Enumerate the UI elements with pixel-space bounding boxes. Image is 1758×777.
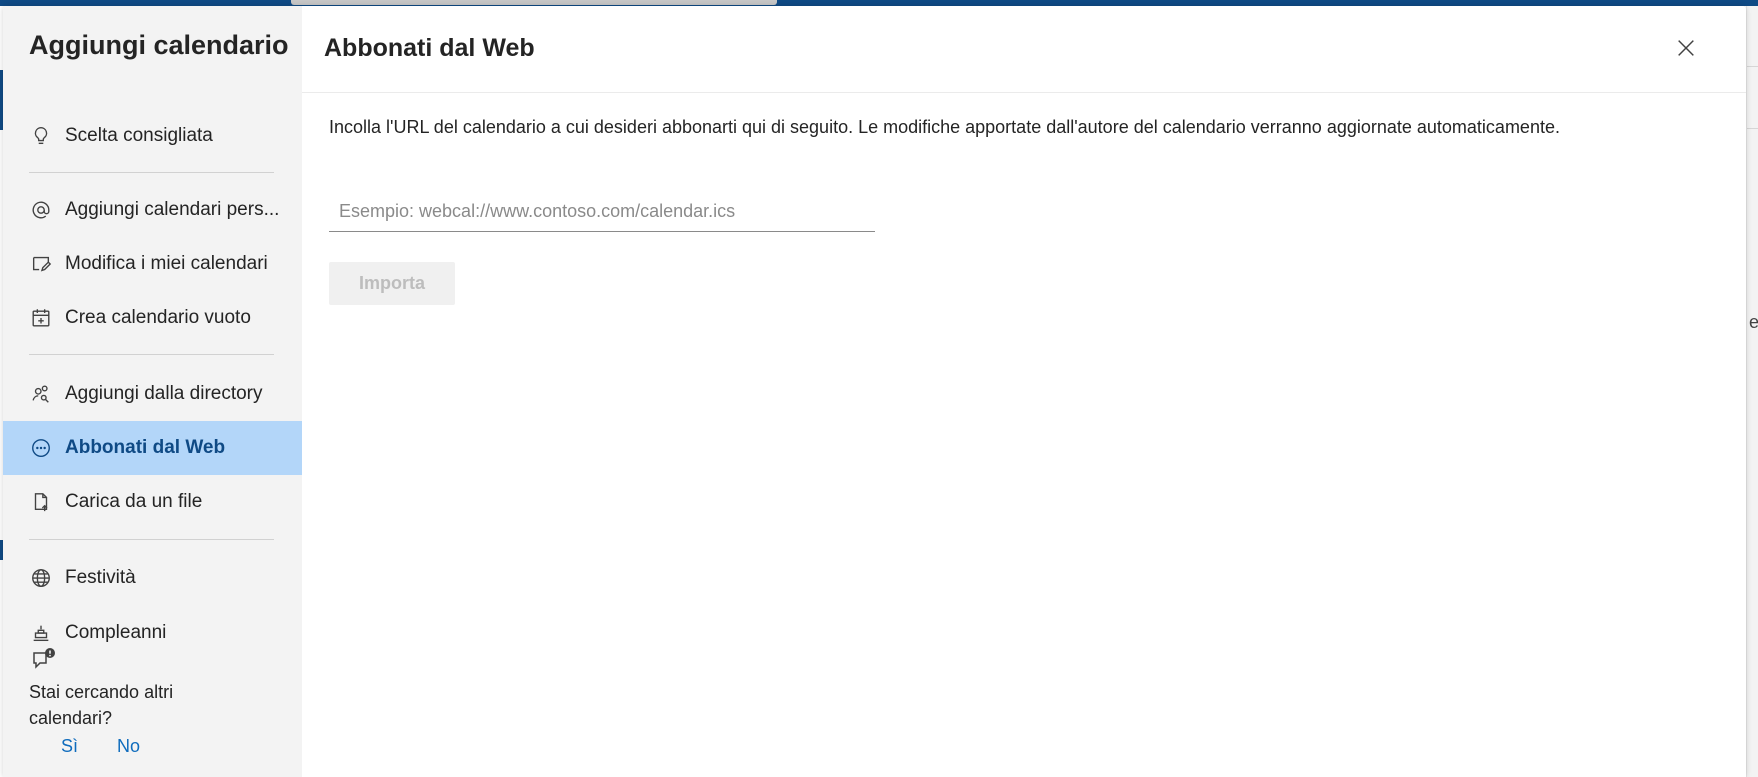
feedback-question: Stai cercando altri calendari? (29, 682, 174, 728)
globe-icon (29, 566, 53, 590)
sidebar-item-upload-file[interactable]: Carica da un file (3, 475, 302, 529)
sidebar-item-label: Crea calendario vuoto (65, 307, 251, 328)
close-button[interactable] (1668, 32, 1704, 68)
dialog-sidebar: Aggiungi calendario Scelta consigliata A… (3, 6, 302, 777)
sidebar-item-label: Aggiungi dalla directory (65, 383, 263, 404)
sidebar-item-label: Abbonati dal Web (65, 437, 226, 458)
sidebar-divider (29, 539, 274, 540)
sidebar-item-label: Carica da un file (65, 491, 203, 512)
background-divider (1747, 66, 1758, 67)
background-peek-text: es (1749, 312, 1758, 332)
feedback-alert-icon (31, 647, 57, 673)
at-sign-icon (29, 198, 53, 222)
sidebar-item-label: Festività (65, 567, 136, 588)
feedback-yes-link[interactable]: Sì (61, 736, 78, 757)
dialog-main: Abbonati dal Web Incolla l'URL del calen… (302, 6, 1746, 777)
add-calendar-dialog: Aggiungi calendario Scelta consigliata A… (3, 6, 1746, 777)
sidebar-item-label: Compleanni (65, 622, 167, 643)
calendar-url-input[interactable] (329, 192, 875, 232)
page-title: Abbonati dal Web (324, 34, 535, 62)
sidebar-divider (29, 172, 274, 173)
subscribe-description: Incolla l'URL del calendario a cui desid… (329, 117, 1560, 137)
sidebar-item-recommended[interactable]: Scelta consigliata (3, 109, 302, 163)
sidebar-item-label: Aggiungi calendari pers... (65, 199, 280, 220)
background-app-edge: es (1746, 6, 1758, 777)
sidebar-item-personal-calendars[interactable]: Aggiungi calendari pers... (3, 183, 302, 237)
sidebar-item-holidays[interactable]: Festività (3, 551, 302, 605)
calendar-add-icon (29, 306, 53, 330)
edit-note-icon (29, 252, 53, 276)
header-divider (302, 92, 1746, 93)
sidebar-item-label: Modifica i miei calendari (65, 253, 268, 274)
background-divider (1747, 128, 1758, 129)
sidebar-item-edit-calendars[interactable]: Modifica i miei calendari (3, 237, 302, 291)
sidebar-item-directory[interactable]: Aggiungi dalla directory (3, 367, 302, 421)
sidebar-item-create-blank[interactable]: Crea calendario vuoto (3, 291, 302, 345)
import-button[interactable]: Importa (329, 262, 455, 305)
people-search-icon (29, 382, 53, 406)
lightbulb-icon (29, 124, 53, 148)
feedback-no-link[interactable]: No (117, 736, 140, 757)
web-link-icon (29, 436, 53, 460)
close-icon (1675, 37, 1697, 64)
cake-icon (29, 621, 53, 645)
sidebar-item-subscribe-web[interactable]: Abbonati dal Web (3, 421, 302, 475)
file-upload-icon (29, 490, 53, 514)
scrollbar-thumb[interactable] (291, 0, 777, 5)
sidebar-divider (29, 354, 274, 355)
sidebar-item-label: Scelta consigliata (65, 125, 213, 146)
sidebar-title: Aggiungi calendario (29, 30, 289, 60)
